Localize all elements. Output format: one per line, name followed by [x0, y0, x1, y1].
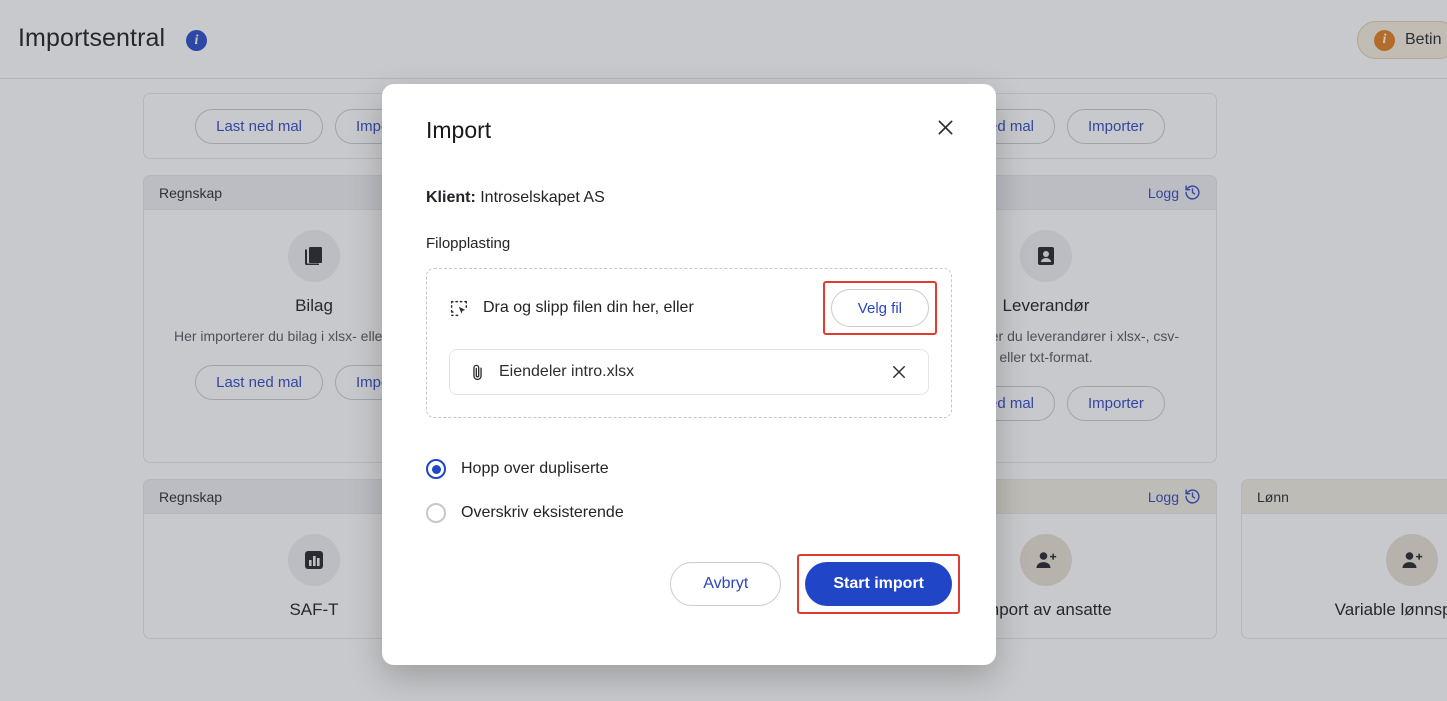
client-name: Introselskapet AS	[480, 189, 605, 206]
remove-file-icon[interactable]	[886, 359, 912, 385]
radio-indicator	[426, 459, 446, 479]
dropzone-row: Dra og slipp filen din her, eller Velg f…	[449, 289, 929, 327]
dropzone-text: Dra og slipp filen din her, eller	[483, 299, 694, 317]
client-label: Klient:	[426, 189, 476, 206]
modal-header: Import	[382, 84, 996, 144]
choose-file-highlight: Velg fil	[831, 289, 929, 327]
radio-label: Overskriv eksisterende	[461, 504, 624, 522]
selected-file-name: Eiendeler intro.xlsx	[499, 363, 634, 381]
radio-label: Hopp over dupliserte	[461, 460, 609, 478]
drag-drop-icon	[449, 298, 470, 319]
duplicate-handling-options: Hopp over dupliserte Overskriv eksistere…	[426, 450, 952, 532]
start-import-button[interactable]: Start import	[805, 562, 952, 606]
import-modal: Import Klient: Introselskapet AS Filoppl…	[382, 84, 996, 665]
modal-body: Klient: Introselskapet AS Filopplasting …	[382, 189, 996, 532]
radio-option-overwrite-existing[interactable]: Overskriv eksisterende	[426, 494, 952, 532]
radio-indicator	[426, 503, 446, 523]
file-dropzone[interactable]: Dra og slipp filen din her, eller Velg f…	[426, 268, 952, 418]
section-label: Filopplasting	[426, 235, 952, 252]
paperclip-icon	[468, 363, 487, 382]
selected-file-info: Eiendeler intro.xlsx	[468, 363, 634, 382]
start-import-highlight: Start import	[805, 562, 952, 606]
selected-file-chip: Eiendeler intro.xlsx	[449, 349, 929, 395]
close-icon[interactable]	[930, 112, 960, 142]
client-row: Klient: Introselskapet AS	[426, 189, 952, 207]
modal-title: Import	[426, 117, 954, 144]
dropzone-prompt: Dra og slipp filen din her, eller	[449, 298, 694, 319]
modal-footer: Avbryt Start import	[382, 532, 996, 606]
screen: Importsentral i i Betin Last ned mal Imp…	[0, 0, 1447, 701]
cancel-button[interactable]: Avbryt	[670, 562, 781, 606]
choose-file-button[interactable]: Velg fil	[831, 289, 929, 327]
radio-option-skip-duplicates[interactable]: Hopp over dupliserte	[426, 450, 952, 488]
